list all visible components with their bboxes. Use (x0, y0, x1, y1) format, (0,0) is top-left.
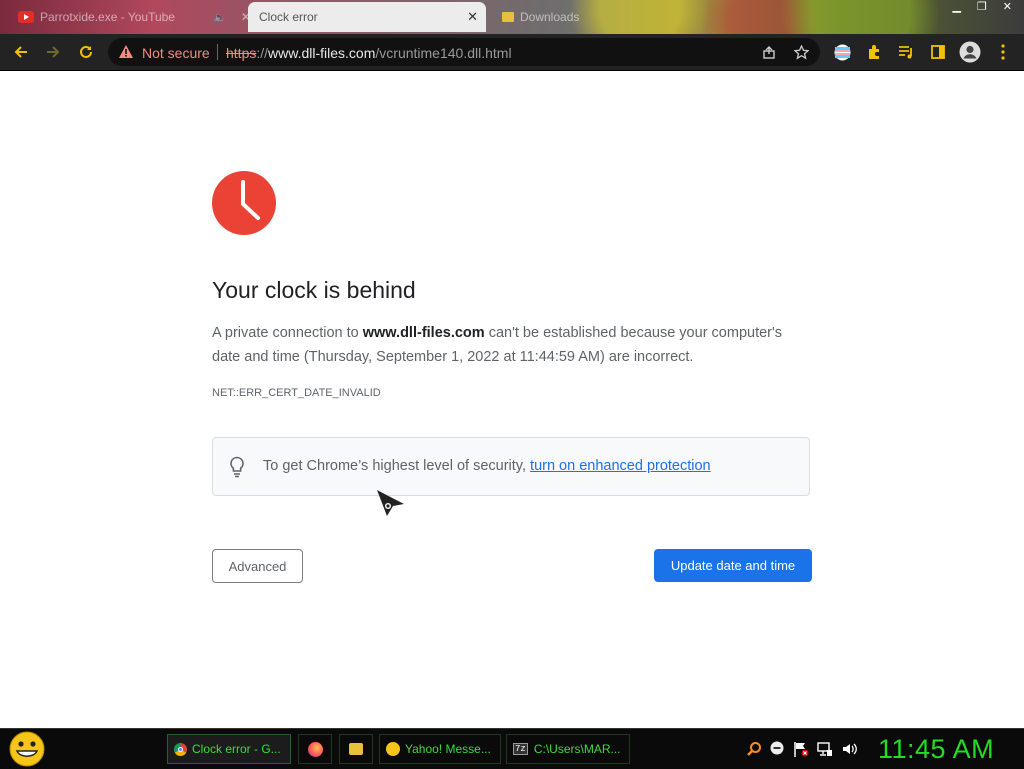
warning-icon (119, 45, 133, 58)
page-title: Your clock is behind (212, 277, 416, 303)
tab-downloads[interactable]: Downloads (502, 2, 579, 32)
tab-clock-error[interactable]: Clock error ✕ (248, 2, 486, 32)
yahoo-messenger-icon (386, 742, 400, 756)
close-window-icon[interactable]: ✕ (1003, 0, 1012, 13)
url-separator: :// (256, 45, 269, 61)
tab-close-icon[interactable]: ✕ (467, 9, 478, 25)
security-tip-text: To get Chrome’s highest level of securit… (263, 458, 711, 474)
tip-text: To get Chrome’s highest level of securit… (263, 458, 531, 474)
enhanced-protection-link[interactable]: turn on enhanced protection (530, 458, 711, 474)
taskbar: Clock error - G... Yahoo! Messe... 7z C:… (0, 728, 1024, 769)
youtube-icon (18, 11, 34, 23)
chrome-icon (174, 742, 187, 756)
browser-toolbar: Not secure https://www.dll-files.com/vcr… (0, 34, 1024, 71)
tab-label: Clock error (259, 10, 318, 24)
error-code[interactable]: NET::ERR_CERT_DATE_INVALID (212, 387, 381, 399)
error-description: A private connection to www.dll-files.co… (212, 321, 812, 369)
mouse-cursor-icon (377, 490, 404, 516)
profile-avatar-icon[interactable] (959, 41, 981, 63)
taskbar-clock[interactable]: 11:45 AM (878, 734, 994, 765)
download-icon (502, 12, 514, 22)
window-controls: ▁ ❐ ✕ (952, 0, 1012, 13)
back-arrow-icon (14, 46, 27, 58)
taskbar-item-firefox[interactable] (298, 734, 332, 764)
restore-icon[interactable]: ❐ (977, 0, 987, 13)
7zip-icon: 7z (513, 743, 528, 755)
url-host: www.dll-files.com (268, 45, 376, 61)
error-page: Your clock is behind A private connectio… (0, 71, 1024, 728)
tab-youtube[interactable]: Parrotxide.exe - YouTube 🔈 ✕ (18, 2, 251, 32)
tray-status-icon[interactable] (770, 741, 784, 755)
forward-button[interactable] (42, 41, 64, 63)
back-button[interactable] (10, 41, 32, 63)
taskbar-item-yahoo[interactable]: Yahoo! Messe... (379, 734, 501, 764)
taskbar-item-7zip[interactable]: 7z C:\Users\MAR... (506, 734, 630, 764)
url-scheme: https (226, 45, 257, 61)
start-smiley-icon[interactable] (9, 731, 45, 767)
not-secure-label[interactable]: Not secure (142, 45, 210, 61)
tab-label: Downloads (520, 10, 580, 24)
reload-button[interactable] (75, 41, 97, 63)
side-panel-icon[interactable] (929, 43, 947, 61)
firefox-icon (308, 741, 323, 757)
reload-icon (80, 45, 92, 58)
update-date-time-button[interactable]: Update date and time (654, 549, 812, 582)
task-label: Clock error - G... (192, 742, 281, 756)
description-prefix: A private connection to (212, 325, 363, 341)
advanced-button[interactable]: Advanced (212, 549, 303, 583)
bookmark-star-icon[interactable] (792, 43, 810, 61)
network-icon[interactable] (817, 741, 833, 757)
tab-label: Parrotxide.exe - YouTube (40, 10, 175, 24)
folder-icon (349, 743, 363, 755)
url-path: /vcruntime140.dll.html (375, 45, 512, 61)
task-label: Yahoo! Messe... (405, 742, 491, 756)
tab-strip: Parrotxide.exe - YouTube 🔈 ✕ Clock error… (0, 0, 1024, 34)
clock-icon (212, 171, 276, 235)
puzzle-extension-icon[interactable] (865, 43, 883, 61)
task-label: C:\Users\MAR... (533, 742, 621, 756)
minimize-icon[interactable]: ▁ (952, 0, 960, 13)
action-center-flag-icon[interactable] (793, 741, 809, 757)
search-icon[interactable] (746, 741, 762, 757)
volume-icon[interactable] (841, 741, 857, 757)
forward-arrow-icon (47, 46, 60, 58)
share-icon[interactable] (760, 43, 778, 61)
menu-dots-icon[interactable] (994, 43, 1012, 61)
media-queue-icon[interactable] (897, 43, 915, 61)
speaker-icon: 🔈 (212, 11, 227, 24)
url-text[interactable]: https://www.dll-files.com/vcruntime140.d… (226, 45, 512, 61)
taskbar-item-folder[interactable] (339, 734, 373, 764)
taskbar-item-chrome[interactable]: Clock error - G... (167, 734, 291, 764)
description-host: www.dll-files.com (362, 325, 485, 341)
address-bar[interactable]: Not secure https://www.dll-files.com/vcr… (108, 38, 820, 66)
divider (217, 44, 218, 60)
extension-flag-icon[interactable] (833, 43, 851, 61)
security-tip-box: To get Chrome’s highest level of securit… (212, 437, 810, 496)
lightbulb-icon (230, 456, 244, 478)
